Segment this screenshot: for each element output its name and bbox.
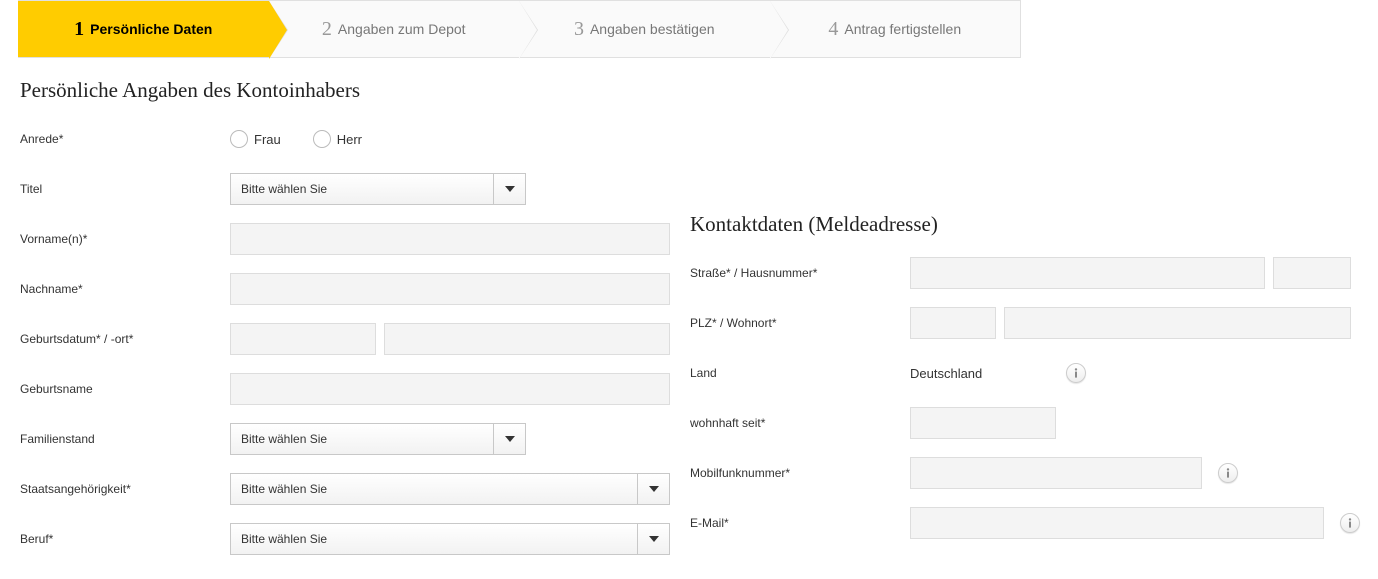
radio-icon — [313, 130, 331, 148]
step-label: Angaben zum Depot — [338, 21, 466, 37]
birthplace-input[interactable] — [384, 323, 670, 355]
email-label: E-Mail* — [690, 516, 910, 530]
chevron-down-icon — [493, 174, 525, 204]
firstname-label: Vorname(n)* — [20, 232, 230, 246]
zip-city-label: PLZ* / Wohnort* — [690, 316, 910, 330]
step-label: Antrag fertigstellen — [844, 21, 961, 37]
lastname-label: Nachname* — [20, 282, 230, 296]
step-depot-info[interactable]: 2 Angaben zum Depot — [269, 1, 520, 57]
city-input[interactable] — [1004, 307, 1351, 339]
chevron-down-icon — [637, 474, 669, 504]
radio-icon — [230, 130, 248, 148]
step-confirm[interactable]: 3 Angaben bestätigen — [519, 1, 770, 57]
chevron-down-icon — [637, 524, 669, 554]
country-value: Deutschland — [910, 366, 1050, 381]
step-number: 4 — [828, 18, 838, 41]
personal-data-panel: Persönliche Angaben des Kontoinhabers An… — [20, 78, 670, 573]
country-label: Land — [690, 366, 910, 380]
salutation-label: Anrede* — [20, 132, 230, 146]
mobile-label: Mobilfunknummer* — [690, 466, 910, 480]
step-label: Angaben bestätigen — [590, 21, 715, 37]
marital-select[interactable]: Bitte wählen Sie — [230, 423, 526, 455]
select-value: Bitte wählen Sie — [231, 482, 637, 496]
profession-label: Beruf* — [20, 532, 230, 546]
nationality-label: Staatsangehörigkeit* — [20, 482, 230, 496]
progress-stepper: 1 Persönliche Daten 2 Angaben zum Depot … — [18, 0, 1021, 58]
select-value: Bitte wählen Sie — [231, 532, 637, 546]
contact-data-panel: Kontaktdaten (Meldeadresse) Straße* / Ha… — [690, 78, 1360, 573]
title-select[interactable]: Bitte wählen Sie — [230, 173, 526, 205]
nationality-select[interactable]: Bitte wählen Sie — [230, 473, 670, 505]
select-value: Bitte wählen Sie — [231, 182, 493, 196]
step-label: Persönliche Daten — [90, 21, 212, 37]
step-finish[interactable]: 4 Antrag fertigstellen — [770, 1, 1021, 57]
step-personal-data[interactable]: 1 Persönliche Daten — [18, 1, 269, 57]
chevron-down-icon — [493, 424, 525, 454]
salutation-frau-radio[interactable]: Frau — [230, 130, 281, 148]
salutation-herr-radio[interactable]: Herr — [313, 130, 362, 148]
mobile-input[interactable] — [910, 457, 1202, 489]
info-icon[interactable] — [1218, 463, 1238, 483]
marital-label: Familienstand — [20, 432, 230, 446]
profession-select[interactable]: Bitte wählen Sie — [230, 523, 670, 555]
radio-label: Frau — [254, 132, 281, 147]
birth-label: Geburtsdatum* / -ort* — [20, 332, 230, 346]
section-heading: Persönliche Angaben des Kontoinhabers — [20, 78, 670, 103]
housenumber-input[interactable] — [1273, 257, 1351, 289]
firstname-input[interactable] — [230, 223, 670, 255]
birthdate-input[interactable] — [230, 323, 376, 355]
info-icon[interactable] — [1066, 363, 1086, 383]
step-number: 1 — [74, 18, 84, 41]
birthname-input[interactable] — [230, 373, 670, 405]
select-value: Bitte wählen Sie — [231, 432, 493, 446]
street-label: Straße* / Hausnummer* — [690, 266, 910, 280]
step-number: 3 — [574, 18, 584, 41]
step-number: 2 — [322, 18, 332, 41]
zip-input[interactable] — [910, 307, 996, 339]
resident-since-label: wohnhaft seit* — [690, 416, 910, 430]
email-input[interactable] — [910, 507, 1324, 539]
birthname-label: Geburtsname — [20, 382, 230, 396]
section-heading: Kontaktdaten (Meldeadresse) — [690, 212, 1360, 237]
street-input[interactable] — [910, 257, 1265, 289]
lastname-input[interactable] — [230, 273, 670, 305]
radio-label: Herr — [337, 132, 362, 147]
resident-since-input[interactable] — [910, 407, 1056, 439]
title-label: Titel — [20, 182, 230, 196]
info-icon[interactable] — [1340, 513, 1360, 533]
